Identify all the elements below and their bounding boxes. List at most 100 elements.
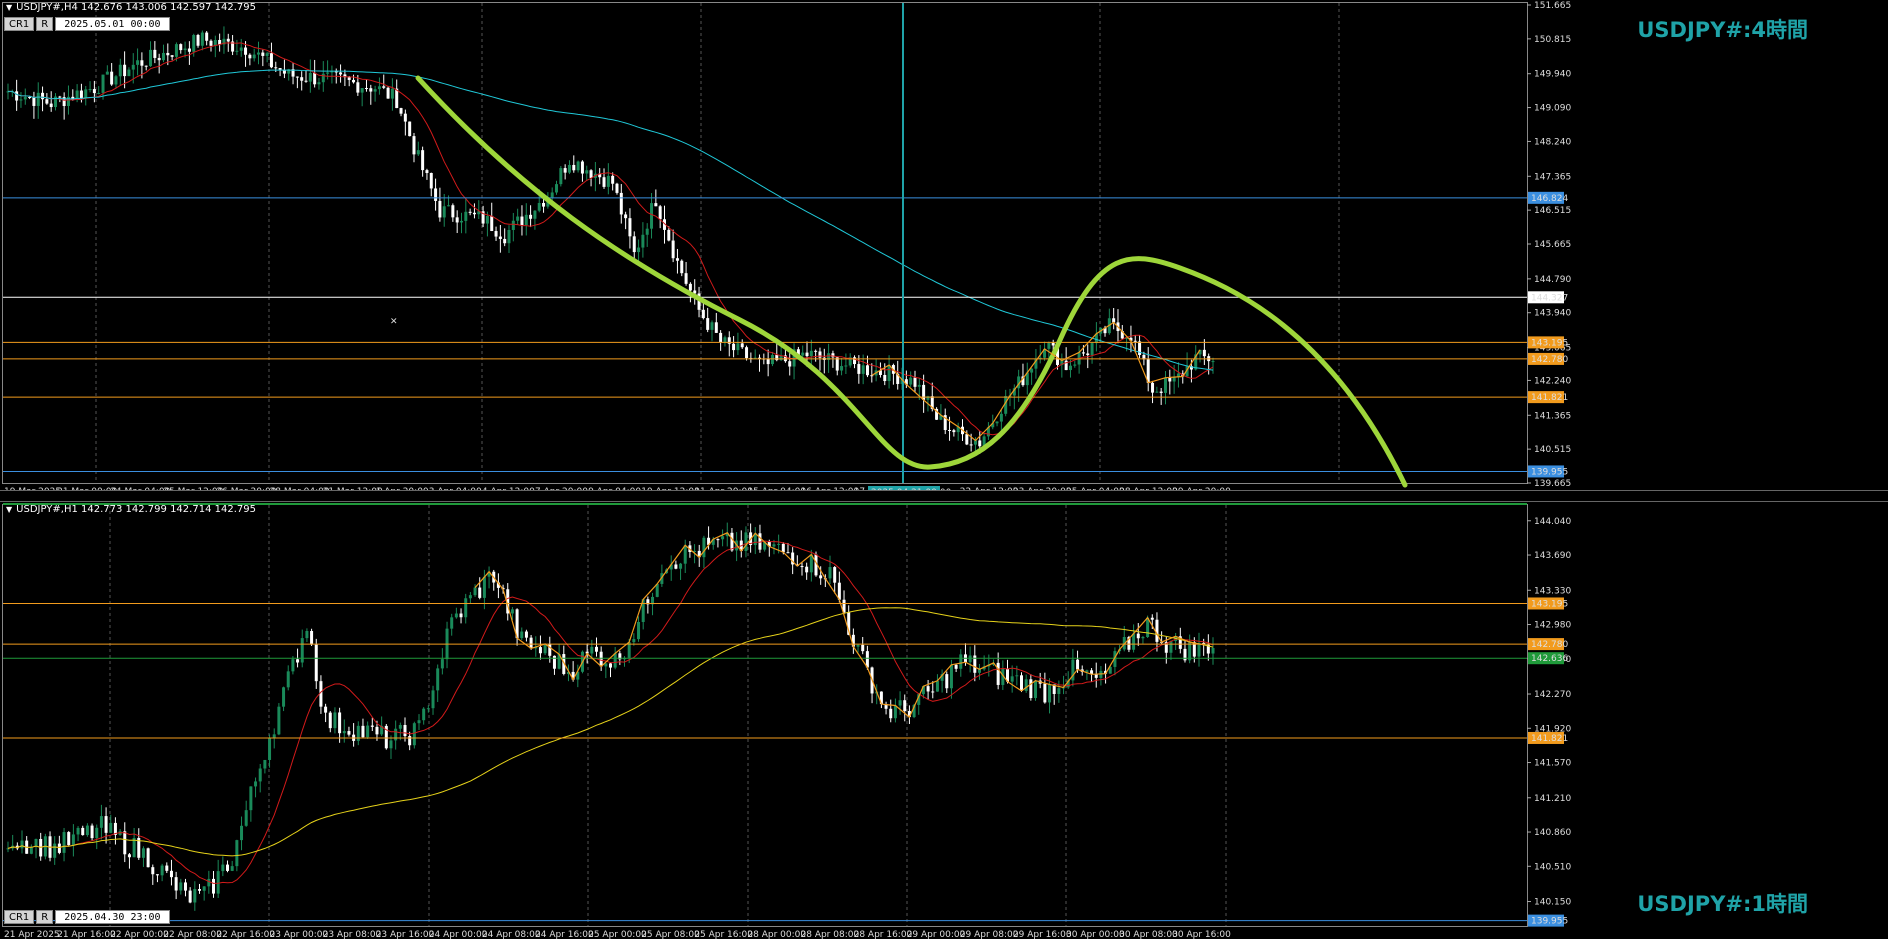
candle-body [1168,377,1172,382]
candle-body [101,74,105,93]
price-tick-label: 141.210 [1534,794,1571,804]
candle-body [478,587,482,598]
candle-body [114,76,118,85]
candle-body [226,38,230,42]
candle-body [403,113,407,122]
candle-body [235,50,239,52]
candle-body [550,192,554,198]
candle-body [373,89,377,92]
candle-body [123,831,127,855]
candle-body [356,82,360,93]
cr1-button[interactable]: CR1 [4,17,35,31]
candle-body [187,48,191,52]
level-label: 142.636 [1531,654,1568,664]
candle-body [688,283,692,291]
candle-body [1155,619,1159,642]
candle-body [431,690,435,709]
candle-body [520,631,524,639]
candle-body [342,731,346,734]
candle-body [1086,353,1090,355]
time-label: 29 Apr 00:00 [907,930,966,939]
candle-body [390,88,394,99]
r-button[interactable]: R [36,910,54,924]
candle-body [269,53,273,68]
candle-body [305,630,309,639]
candle-body [244,810,248,826]
candle-body [263,759,267,769]
candle-body [421,150,425,171]
candle-body [658,206,662,220]
candle-body [507,229,511,244]
candle-body [161,52,165,61]
h4-chart-canvas[interactable]: 151.665 150.815 149.940 149.090 148.240 147.3… [0,0,1888,490]
h4-chart-pane[interactable]: 151.665 150.815 149.940 149.090 148.240 147.3… [0,0,1888,490]
candle-body [1029,679,1033,699]
candle-body [151,867,155,875]
candle-body [968,655,972,663]
candle-body [740,343,744,348]
h1-chart-pane[interactable]: 144.040143.690143.330142.980142.630142.2… [0,502,1888,939]
candle-body [412,136,416,155]
candle-body [766,358,770,365]
candle-body [196,35,200,46]
candle-body [853,357,857,365]
h1-chart-canvas[interactable]: 144.040143.690143.330142.980142.630142.2… [0,502,1888,939]
h1-crosshair-info: CR1 R 2025.04.30 23:00 [4,910,170,924]
candle-body [909,377,913,385]
candle-body [1150,617,1154,620]
time-label: 24 Apr 16:00 [535,930,594,939]
candle-body [1169,641,1173,653]
candle-body [572,164,576,171]
candle-body [105,71,109,75]
candle-body [244,47,248,55]
candle-body [408,121,412,137]
candle-body [511,220,515,230]
collapse-triangle-icon[interactable]: ▼ [6,3,12,12]
candle-body [485,215,489,224]
candle-body [422,708,426,721]
candle-body [679,563,683,569]
candle-body [887,365,891,382]
candle-body [339,72,343,75]
candle-body [1090,343,1094,355]
candle-body [254,781,258,787]
candle-body [41,92,45,100]
candle-body [701,309,705,319]
collapse-triangle-icon[interactable]: ▼ [6,505,12,514]
candle-body [861,644,865,652]
candle-body [324,706,328,713]
candle-body [282,687,286,707]
candle-body [326,72,330,74]
time-label: 21 Apr 2025 [4,930,60,939]
time-label: 30 Apr 16:00 [1172,930,1231,939]
cr1-button[interactable]: CR1 [4,910,35,924]
candle-body [447,205,451,207]
candle-body [239,47,243,51]
price-tick-label: 150.815 [1534,35,1571,45]
candle-body [179,44,183,51]
plot-border [2,504,1528,927]
r-button[interactable]: R [36,17,54,31]
pane-separator[interactable] [0,490,1888,502]
candle-body [141,848,145,858]
candle-body [192,35,196,52]
candle-body [498,236,502,239]
candle-body [628,218,632,237]
candle-body [28,97,32,99]
candle-body [996,662,1000,685]
candle-body [81,827,85,836]
candle-body [127,854,131,858]
candle-body [680,260,684,274]
candle-body [188,890,192,903]
price-tick-label: 149.090 [1534,104,1571,114]
candle-body [494,231,498,237]
candle-body [559,168,563,185]
price-tick-label: 144.790 [1534,275,1571,285]
candle-body [99,816,103,828]
candle-body [438,200,442,218]
candle-body [274,67,278,69]
candle-body [654,203,658,207]
candle-body [482,576,486,598]
candle-body [174,44,178,57]
candle-body [978,440,982,447]
